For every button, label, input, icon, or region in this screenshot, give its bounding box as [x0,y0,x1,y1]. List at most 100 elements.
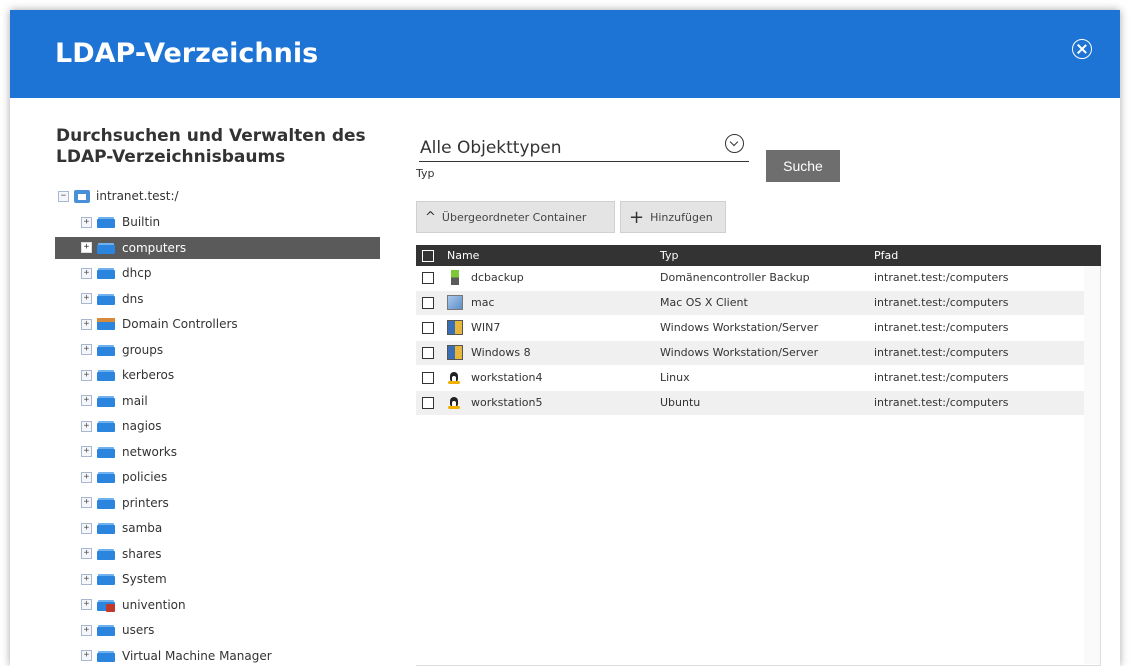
cell-type: Domänencontroller Backup [660,271,810,284]
expand-icon[interactable]: + [81,267,92,279]
expand-icon[interactable]: + [81,497,92,508]
expand-icon[interactable]: + [81,624,92,636]
expand-icon[interactable]: + [81,650,92,661]
column-type[interactable]: Typ [660,249,679,262]
tree-title-line2: LDAP-Verzeichnisbaums [56,147,286,167]
cell-path: intranet.test:/computers [874,396,1009,409]
row-checkbox[interactable] [422,372,434,384]
expand-icon[interactable]: + [81,471,92,483]
column-path[interactable]: Pfad [874,249,898,262]
expand-icon[interactable]: + [81,293,92,304]
expand-icon[interactable]: + [81,446,92,457]
select-all-checkbox[interactable] [422,250,434,262]
expand-icon[interactable]: + [81,369,92,381]
cell-name[interactable]: workstation5 [471,396,542,409]
row-checkbox[interactable] [422,397,434,409]
tree-item-groups[interactable]: + groups [55,339,380,361]
cell-name[interactable]: WIN7 [471,321,500,334]
tree-item-univention[interactable]: + univention [55,594,380,616]
tree-item-label: nagios [122,419,162,433]
table-row[interactable]: WIN7 Windows Workstation/Server intranet.t… [416,316,1084,340]
expand-icon[interactable]: + [81,420,92,432]
tree-root-label: intranet.test:/ [96,189,179,203]
expand-icon[interactable]: + [81,216,92,228]
tree-item-printers[interactable]: + printers [55,492,380,514]
table-row[interactable]: dcbackup Domänencontroller Backup intranet… [416,266,1084,290]
row-checkbox[interactable] [422,347,434,359]
object-type-label: Typ [416,167,435,180]
row-checkbox[interactable] [422,272,434,284]
cell-name[interactable]: dcbackup [471,271,524,284]
tree-item-computers[interactable]: + computers [55,236,380,259]
table-row[interactable]: mac Mac OS X Client intranet.test:/compute… [416,291,1084,315]
grid-header: Name Typ Pfad [416,245,1101,266]
cell-name[interactable]: Windows 8 [471,346,531,359]
tree-root[interactable]: − intranet.test:/ [58,186,179,206]
table-row[interactable]: Windows 8 Windows Workstation/Server intra… [416,341,1084,365]
tree-item-label: Domain Controllers [122,317,238,331]
search-button[interactable]: Suche [766,150,840,182]
linux-icon [447,370,461,385]
tree-item-label: computers [122,240,187,255]
collapse-icon[interactable]: − [58,190,69,202]
row-checkbox[interactable] [422,322,434,334]
table-row[interactable]: workstation5 Ubuntu intranet.test:/compute… [416,391,1084,415]
add-button[interactable]: + Hinzufügen [620,201,726,233]
expand-icon[interactable]: + [81,344,92,355]
expand-icon[interactable]: + [81,242,92,253]
expand-icon[interactable]: + [81,548,92,559]
tree-item-label: System [122,572,167,586]
column-name[interactable]: Name [447,249,479,262]
scrollbar[interactable] [1084,266,1100,664]
tree-item-label: groups [122,342,164,357]
folder-icon [97,497,115,509]
expand-icon[interactable]: + [81,599,92,610]
cell-path: intranet.test:/computers [874,296,1009,309]
tree-item-nagios[interactable]: + nagios [55,415,380,437]
tree-item-label: dhcp [122,266,152,280]
folder-icon [97,344,115,356]
tree-item-policies[interactable]: + policies [55,466,380,488]
close-icon[interactable] [1072,39,1092,59]
tree-item-domain-controllers[interactable]: + Domain Controllers [55,313,380,335]
parent-container-button[interactable]: ^ Übergeordneter Container [416,201,615,233]
tree-item-dns[interactable]: + dns [55,288,380,310]
expand-icon[interactable]: + [81,573,92,585]
folder-icon [97,216,115,228]
row-checkbox[interactable] [422,297,434,309]
tree-item-users[interactable]: + users [55,619,380,641]
mac-icon [447,295,463,310]
cell-type: Ubuntu [660,396,701,409]
expand-icon[interactable]: + [81,318,92,330]
tree-item-label: networks [122,444,177,459]
tree-item-label: Builtin [122,215,161,229]
tree-item-builtin[interactable]: + Builtin [55,211,380,233]
table-row[interactable]: workstation4 Linux intranet.test:/computer… [416,366,1084,390]
tree-item-mail[interactable]: + mail [55,390,380,412]
expand-icon[interactable]: + [81,522,92,534]
cell-name[interactable]: mac [471,296,495,309]
tree-title: Durchsuchen und Verwalten des LDAP-Verze… [56,126,386,168]
dc-folder-icon [97,318,115,330]
tree-item-label: mail [122,393,148,408]
cell-path: intranet.test:/computers [874,371,1009,384]
dc-backup-icon [451,270,459,285]
grid-body: dcbackup Domänencontroller Backup intranet… [416,266,1101,666]
cell-name[interactable]: workstation4 [471,371,542,384]
tree-item-samba[interactable]: + samba [55,517,380,539]
tree-item-virtual-machine-manager[interactable]: + Virtual Machine Manager [55,645,380,666]
chevron-down-icon[interactable] [725,134,744,153]
univention-folder-icon [97,599,115,612]
tree-item-dhcp[interactable]: + dhcp [55,262,380,284]
folder-icon [97,369,115,381]
object-type-select[interactable]: Alle Objekttypen [419,134,749,162]
tree-item-shares[interactable]: + shares [55,543,380,565]
add-label: Hinzufügen [650,210,713,224]
tree-item-networks[interactable]: + networks [55,441,380,463]
tree-item-system[interactable]: + System [55,568,380,590]
chevron-up-icon: ^ [425,209,436,225]
folder-icon [97,471,115,483]
tree-item-kerberos[interactable]: + kerberos [55,364,380,386]
folder-icon [97,522,115,534]
expand-icon[interactable]: + [81,395,92,406]
